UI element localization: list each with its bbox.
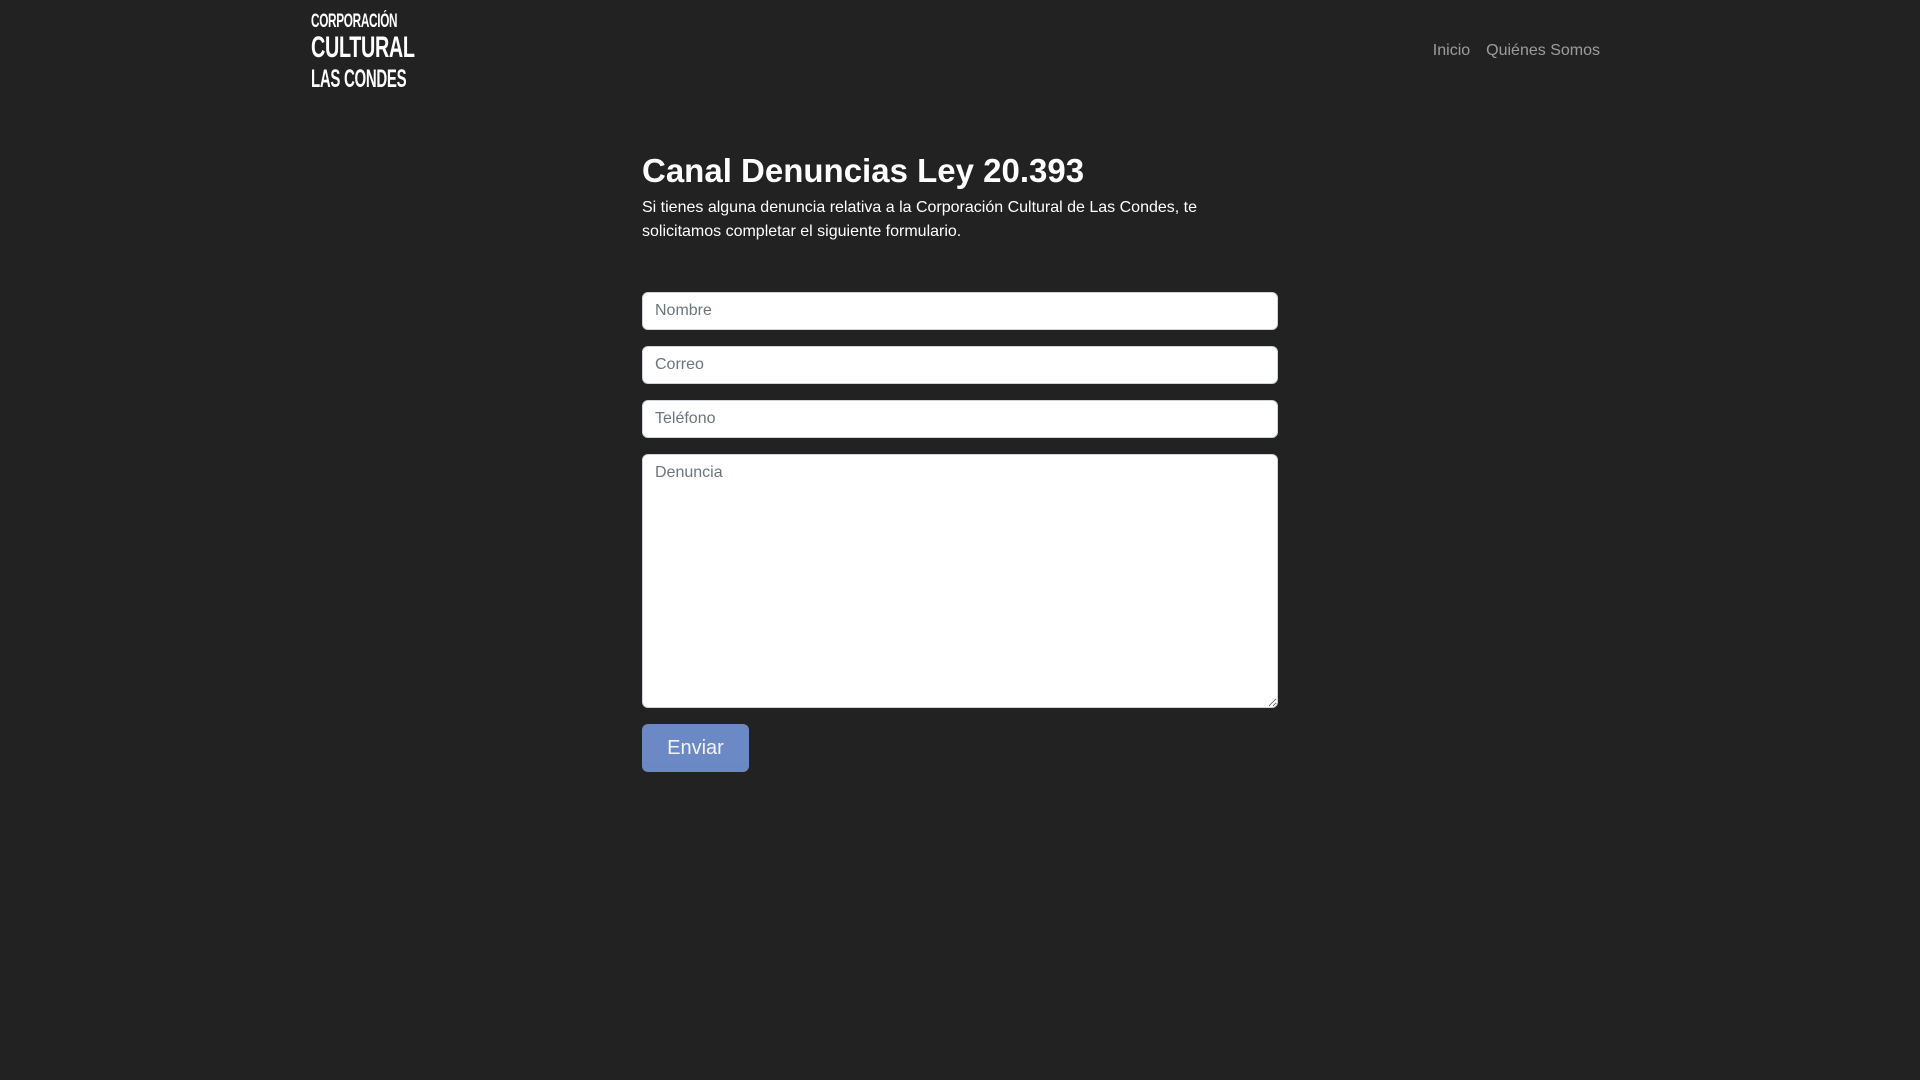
phone-input[interactable] xyxy=(642,400,1278,438)
submit-row: Enviar xyxy=(642,724,1278,772)
navbar: CORPORACIÓN CULTURAL LAS CONDES Inicio Q… xyxy=(0,0,1920,104)
logo-line-2: CULTURAL xyxy=(311,31,415,64)
name-input[interactable] xyxy=(642,292,1278,330)
logo-line-3: LAS CONDES xyxy=(311,65,407,93)
page-title: Canal Denuncias Ley 20.393 xyxy=(642,152,1085,189)
nav-link-inicio[interactable]: Inicio xyxy=(1433,41,1470,61)
complaint-textarea[interactable] xyxy=(642,454,1278,708)
submit-button[interactable]: Enviar xyxy=(642,724,749,772)
nav-link-quienes-somos[interactable]: Quiénes Somos xyxy=(1486,41,1600,61)
complaint-form: Enviar xyxy=(642,292,1278,772)
logo-line-1: CORPORACIÓN xyxy=(311,11,398,32)
email-input[interactable] xyxy=(642,346,1278,384)
nav-links: Inicio Quiénes Somos xyxy=(1433,41,1600,61)
page-intro: Si tienes alguna denuncia relativa a la … xyxy=(642,199,1198,240)
main-content: Canal Denuncias Ley 20.393 Si tienes alg… xyxy=(642,150,1278,772)
logo[interactable]: CORPORACIÓN CULTURAL LAS CONDES xyxy=(311,11,415,93)
